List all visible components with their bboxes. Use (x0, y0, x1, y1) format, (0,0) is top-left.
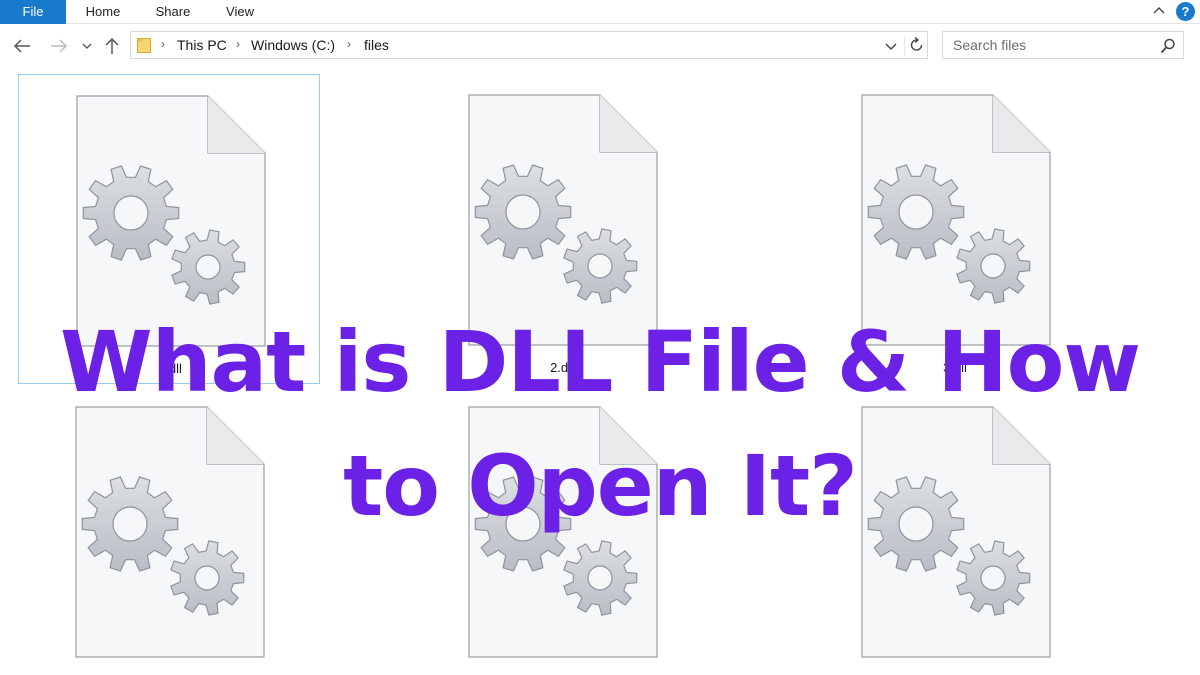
breadcrumb-files[interactable]: files (364, 37, 389, 53)
forward-arrow-icon[interactable] (47, 34, 71, 58)
file-item-4[interactable] (18, 386, 320, 675)
dll-file-icon (468, 406, 658, 658)
tab-home[interactable]: Home (70, 0, 136, 24)
dll-file-icon (76, 95, 266, 347)
address-dropdown-icon[interactable] (883, 38, 899, 54)
file-item-1[interactable]: 1.dll (18, 74, 320, 384)
breadcrumb-windows-c[interactable]: Windows (C:) (251, 37, 335, 53)
file-item-6[interactable] (804, 386, 1106, 675)
file-name: 2.dll (550, 360, 574, 375)
tab-file[interactable]: File (0, 0, 66, 24)
up-arrow-icon[interactable] (100, 34, 124, 58)
dll-file-icon (75, 406, 265, 658)
dll-file-icon (861, 94, 1051, 346)
breadcrumb-this-pc[interactable]: This PC (177, 37, 227, 53)
recent-locations-chevron-icon[interactable] (78, 34, 96, 58)
file-list-view: 1.dll 2.dll 3.dll (0, 68, 1200, 675)
dll-file-icon (861, 406, 1051, 658)
tab-share[interactable]: Share (140, 0, 206, 24)
file-name: 3.dll (943, 360, 967, 375)
breadcrumb-separator-icon: › (161, 37, 165, 51)
expand-ribbon-icon[interactable] (1150, 2, 1168, 20)
file-item-5[interactable] (411, 386, 713, 675)
back-arrow-icon[interactable] (10, 34, 34, 58)
tab-view[interactable]: View (208, 0, 272, 24)
search-icon[interactable] (1159, 37, 1177, 55)
breadcrumb-separator-icon: › (347, 37, 351, 51)
address-bar[interactable]: › This PC › Windows (C:) › files (130, 31, 928, 59)
file-item-3[interactable]: 3.dll (804, 74, 1106, 384)
file-name: 1.dll (158, 361, 182, 376)
dll-file-icon (468, 94, 658, 346)
search-input[interactable] (943, 32, 1153, 58)
search-box (942, 31, 1184, 59)
file-item-2[interactable]: 2.dll (411, 74, 713, 384)
breadcrumb-separator-icon: › (236, 37, 240, 51)
ribbon: File Home Share View ? (0, 0, 1200, 24)
navigation-bar: › This PC › Windows (C:) › files (0, 24, 1200, 68)
refresh-icon[interactable] (904, 36, 924, 56)
folder-icon (137, 37, 151, 53)
help-button[interactable]: ? (1176, 2, 1195, 21)
